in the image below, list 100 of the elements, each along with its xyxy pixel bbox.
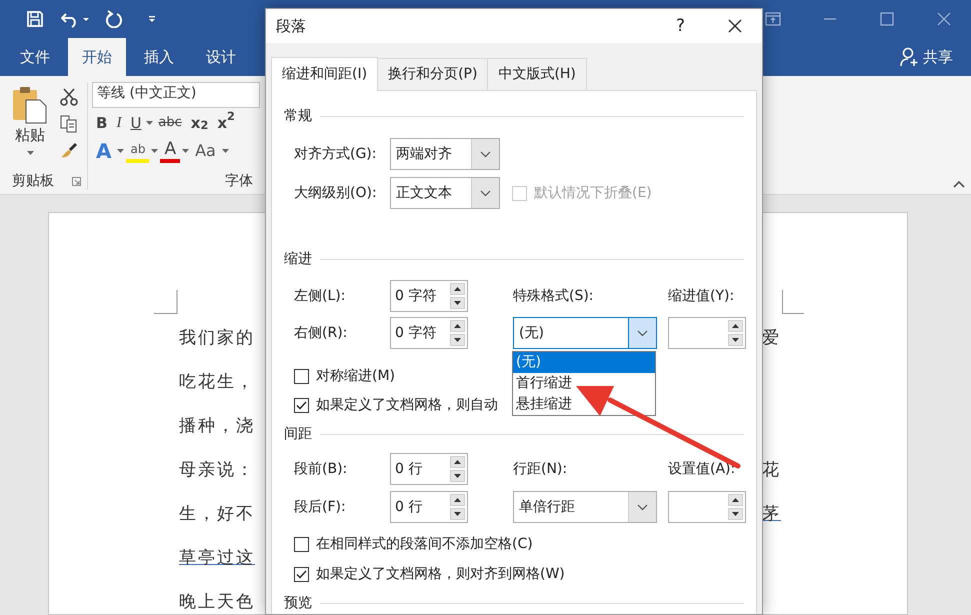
format-painter-icon[interactable]	[60, 142, 78, 160]
format-button[interactable]: B	[92, 110, 112, 136]
spin-button[interactable]	[728, 508, 743, 520]
checkbox-label: 如果定义了文档网格，则自动	[316, 396, 498, 414]
font-style-button[interactable]: A	[92, 138, 116, 164]
document-text: 吃花生，	[179, 372, 255, 392]
checkbox[interactable]	[294, 368, 309, 384]
ribbon-display-icon[interactable]	[765, 12, 781, 26]
down-arrow-icon	[732, 512, 739, 516]
spin-button[interactable]	[450, 470, 465, 482]
paste-button[interactable]: 粘贴	[15, 126, 45, 144]
dropdown-option[interactable]: (无)	[513, 352, 655, 373]
font-style-button[interactable]: A	[160, 139, 180, 163]
spin-field[interactable]: 0 行	[390, 453, 468, 485]
document-text: 播种，浇	[179, 416, 255, 436]
margin-corner-icon	[154, 290, 178, 314]
spin-button[interactable]	[450, 456, 465, 468]
caret-icon[interactable]	[26, 151, 34, 156]
down-arrow-icon	[454, 512, 461, 516]
checkbox-label: 默认情况下折叠(E)	[534, 184, 652, 202]
person-add-icon[interactable]	[899, 47, 919, 67]
dialog-title: 段落	[276, 17, 306, 35]
chevron-icon	[480, 150, 491, 158]
help-button[interactable]: ?	[676, 16, 685, 36]
spin-button[interactable]	[450, 494, 465, 506]
dropdown-field[interactable]: 正文文本	[390, 177, 500, 209]
redo-icon[interactable]	[105, 10, 123, 28]
dropdown-field[interactable]: 两端对齐	[390, 138, 500, 170]
up-arrow-icon	[454, 324, 461, 328]
document-text: 生，好不	[179, 504, 255, 524]
group-label: 剪贴板	[12, 173, 54, 190]
dialog-tab[interactable]: 缩进和间距(I)	[271, 57, 378, 91]
document-text: 我们家的	[179, 328, 255, 348]
checkbox-label: 在相同样式的段落间不添加空格(C)	[316, 536, 533, 552]
dropdown-option[interactable]: 首行缩进	[513, 373, 655, 394]
spin-button[interactable]	[450, 320, 465, 332]
format-button[interactable]: abc	[154, 110, 186, 136]
spin-field[interactable]: 0 行	[390, 491, 468, 523]
caret-icon[interactable]	[222, 148, 229, 154]
caret-icon[interactable]	[146, 120, 154, 126]
section-heading: 缩进	[284, 250, 312, 268]
checkbox[interactable]	[294, 536, 309, 552]
ribbon-tab[interactable]: 插入	[130, 38, 188, 76]
dialog-launcher-icon[interactable]	[72, 177, 81, 186]
spin-field[interactable]: 0 字符	[390, 317, 468, 349]
dropdown-field[interactable]: (无)	[513, 317, 657, 349]
share-button[interactable]: 共享	[923, 48, 953, 66]
ribbon-tab[interactable]: 设计	[192, 38, 250, 76]
spin-button[interactable]	[728, 320, 743, 332]
maximize-icon[interactable]	[880, 12, 894, 26]
spin-button[interactable]	[450, 297, 465, 309]
field-label: 大纲级别(O):	[293, 184, 378, 202]
section-heading: 常规	[284, 108, 312, 124]
spin-button[interactable]	[450, 283, 465, 295]
font-style-button[interactable]: ab	[126, 139, 150, 163]
customize-icon[interactable]	[147, 14, 157, 24]
down-arrow-icon	[732, 338, 739, 342]
close-icon[interactable]	[728, 19, 742, 33]
document-text: 母亲说：	[179, 460, 255, 480]
collapse-ribbon-icon[interactable]	[953, 180, 965, 188]
spin-field[interactable]	[668, 491, 746, 523]
document-text: 爱	[762, 328, 781, 348]
up-arrow-icon	[454, 287, 461, 291]
down-arrow-icon	[454, 301, 461, 305]
up-arrow-icon	[732, 498, 739, 502]
checkbox[interactable]	[294, 398, 309, 412]
field-label: 段后(F):	[293, 498, 347, 516]
format-button[interactable]: U	[126, 110, 146, 136]
section-heading: 间距	[284, 426, 312, 442]
dropdown-field[interactable]: 单倍行距	[513, 491, 657, 523]
up-arrow-icon	[454, 498, 461, 502]
field-label: 左侧(L):	[293, 288, 346, 304]
spin-button[interactable]	[728, 494, 743, 506]
field-label: 特殊格式(S):	[513, 288, 594, 304]
field-label: 设置值(A):	[668, 460, 736, 478]
font-style-button[interactable]: Aa	[191, 138, 220, 164]
copy-icon[interactable]	[60, 115, 78, 133]
caret-icon[interactable]	[117, 148, 124, 154]
spin-button[interactable]	[450, 334, 465, 346]
paste-icon[interactable]	[12, 86, 48, 124]
format-button[interactable]: I	[112, 110, 126, 136]
dialog-tab[interactable]: 中文版式(H)	[487, 58, 587, 90]
field-label: 对齐方式(G):	[293, 146, 378, 162]
spin-field[interactable]: 0 字符	[390, 280, 468, 312]
dropdown-option[interactable]: 悬挂缩进	[513, 394, 655, 415]
ribbon-tab[interactable]: 开始	[68, 38, 126, 76]
spin-button[interactable]	[450, 508, 465, 520]
scissors-icon[interactable]	[60, 88, 78, 106]
up-arrow-icon	[732, 324, 739, 328]
format-button[interactable]: x$^{2}$	[213, 110, 239, 136]
save-icon[interactable]	[26, 10, 44, 28]
checkbox[interactable]	[294, 566, 309, 582]
spin-field[interactable]	[668, 317, 746, 349]
spin-button[interactable]	[728, 334, 743, 346]
ribbon-tab[interactable]: 文件	[6, 38, 64, 76]
caret-icon[interactable]	[182, 148, 190, 154]
font-name-field[interactable]: 等线 (中文正文)	[92, 82, 260, 108]
field-label: 段前(B):	[293, 460, 348, 478]
caret-icon[interactable]	[151, 148, 158, 154]
chevron-icon	[637, 504, 648, 510]
